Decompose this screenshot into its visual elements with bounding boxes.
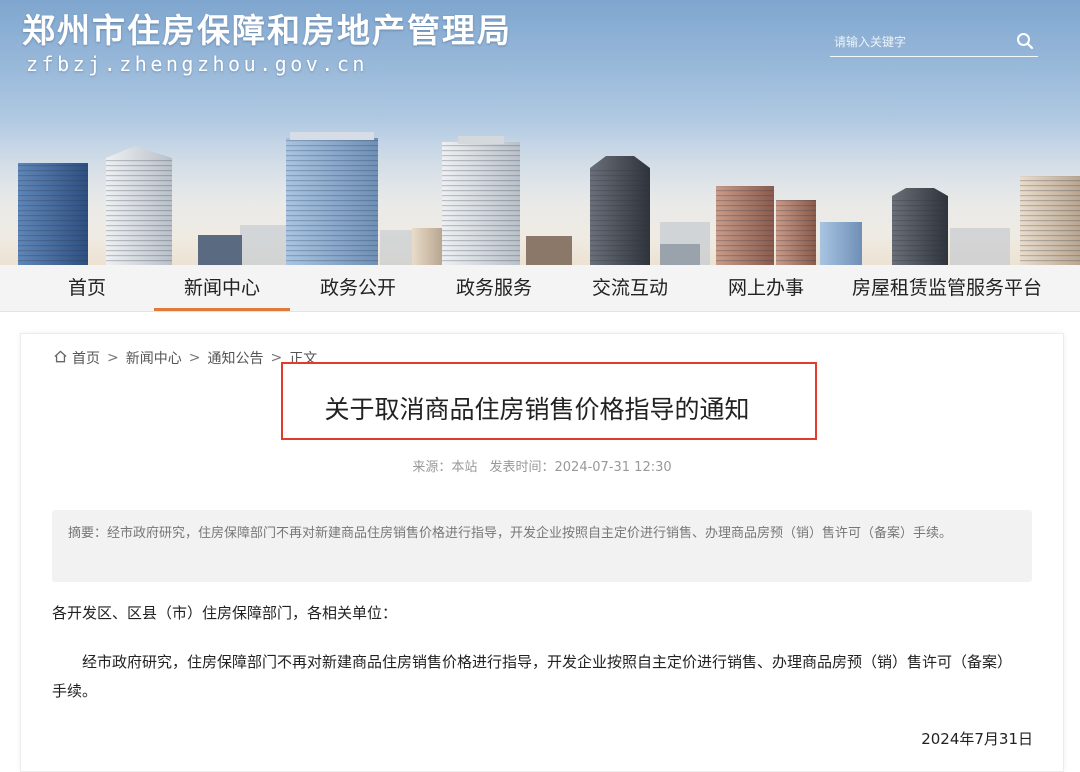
site-domain: zfbzj.zhengzhou.gov.cn: [26, 52, 368, 76]
article-abstract: 摘要：经市政府研究，住房保障部门不再对新建商品住房销售价格进行指导，开发企业按照…: [52, 510, 1032, 582]
article-sign-date: 2024年7月31日: [921, 730, 1033, 748]
search-box: [830, 28, 1038, 57]
nav-item-news-center[interactable]: 新闻中心: [154, 265, 290, 311]
main-nav: 首页 新闻中心 政务公开 政务服务 交流互动 网上办事 房屋租赁监管服务平台: [0, 265, 1080, 312]
article-body: 经市政府研究，住房保障部门不再对新建商品住房销售价格进行指导，开发企业按照自主定…: [52, 653, 1013, 700]
search-input[interactable]: [832, 30, 1006, 54]
article-card: 首页 > 新闻中心 > 通知公告 > 正文 关于取消商品住房销售价格指导的通知 …: [20, 333, 1064, 772]
article-meta: 来源：本站 发表时间：2024-07-31 12:30: [21, 456, 1063, 475]
breadcrumb-home[interactable]: 首页: [72, 348, 100, 368]
nav-item-government-affairs-disclosure[interactable]: 政务公开: [290, 265, 426, 311]
header-banner: 郑州市住房保障和房地产管理局 zfbzj.zhengzhou.gov.cn: [0, 0, 1080, 265]
article-source: 来源：本站: [412, 460, 478, 475]
breadcrumb-notices[interactable]: 通知公告: [207, 348, 263, 368]
article-publish-time: 发表时间：2024-07-31 12:30: [489, 460, 672, 475]
home-icon[interactable]: [53, 349, 68, 368]
nav-item-rental-supervision-platform[interactable]: 房屋租赁监管服务平台: [834, 265, 1060, 311]
breadcrumb: 首页 > 新闻中心 > 通知公告 > 正文: [53, 348, 317, 368]
article-salutation: 各开发区、区县（市）住房保障部门，各相关单位：: [52, 604, 398, 622]
title-highlight-box: [281, 362, 817, 440]
nav-item-government-services[interactable]: 政务服务: [426, 265, 562, 311]
breadcrumb-separator: >: [188, 350, 201, 366]
nav-item-interaction[interactable]: 交流互动: [562, 265, 698, 311]
breadcrumb-news-center[interactable]: 新闻中心: [126, 348, 182, 368]
breadcrumb-separator: >: [107, 350, 119, 366]
nav-item-home[interactable]: 首页: [20, 265, 154, 311]
search-icon[interactable]: [1014, 30, 1036, 52]
nav-item-online-services[interactable]: 网上办事: [698, 265, 834, 311]
site-title: 郑州市住房保障和房地产管理局: [22, 11, 512, 50]
